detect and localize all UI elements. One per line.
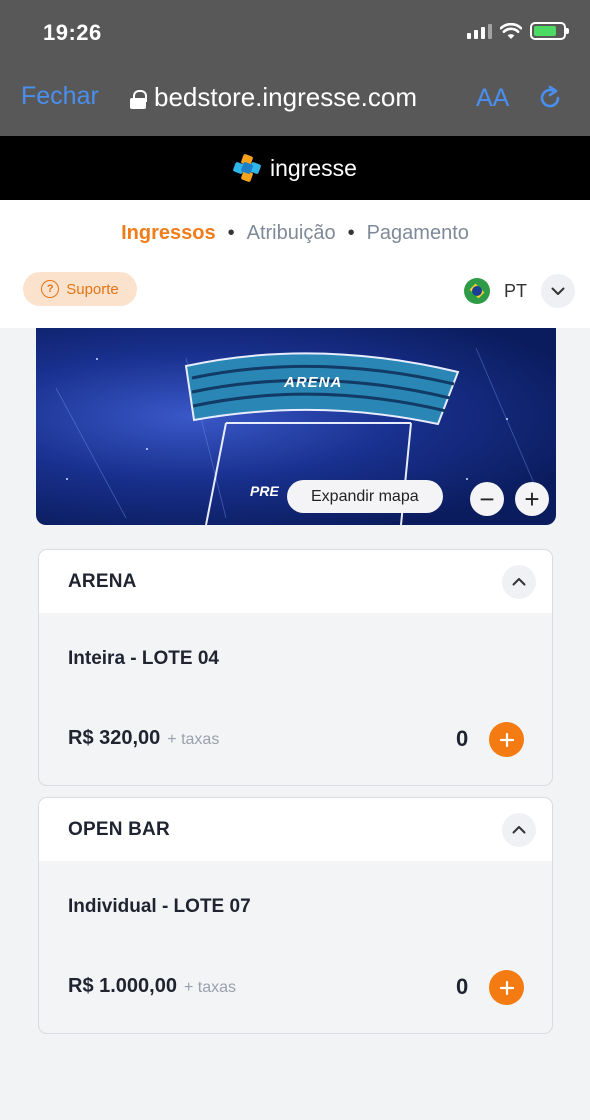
- step-separator: •: [227, 222, 235, 244]
- venue-map[interactable]: ARENA PRE Expandir mapa − +: [36, 328, 556, 525]
- ingresse-logo-icon: [233, 154, 261, 182]
- language-selector[interactable]: PT: [464, 274, 576, 308]
- collapse-section-button[interactable]: [502, 564, 536, 599]
- close-browser-button[interactable]: Fechar: [21, 82, 99, 111]
- language-dropdown-button[interactable]: [541, 274, 576, 308]
- map-sector-partial-label: PRE: [250, 483, 279, 499]
- language-code: PT: [504, 280, 528, 301]
- collapse-section-button[interactable]: [502, 812, 536, 847]
- step-pagamento[interactable]: Pagamento: [367, 222, 469, 245]
- browser-chrome: 19:26 Fechar bedstore.ingresse.com AA: [0, 0, 590, 136]
- brazil-flag-icon: [464, 278, 490, 304]
- section-title: OPEN BAR: [68, 818, 170, 840]
- fees-note: + taxas: [167, 731, 220, 748]
- text-size-button[interactable]: AA: [476, 84, 509, 113]
- support-label: Suporte: [66, 280, 119, 298]
- status-time: 19:26: [43, 20, 102, 45]
- map-sector-arena-label[interactable]: ARENA: [284, 374, 342, 391]
- step-separator: •: [347, 222, 355, 244]
- zoom-out-button[interactable]: −: [470, 482, 504, 516]
- cellular-signal-icon: [467, 23, 492, 39]
- site-header: ingresse: [0, 136, 590, 200]
- map-star: [466, 478, 468, 480]
- brand-name: ingresse: [270, 154, 357, 181]
- expand-map-button[interactable]: Expandir mapa: [287, 480, 443, 513]
- price-value: R$ 1.000,00: [68, 975, 177, 997]
- section-header[interactable]: ARENA: [39, 550, 552, 613]
- ticket-section-arena: ARENA Inteira - LOTE 04 R$ 320,00 + taxa…: [38, 549, 553, 786]
- ticket-price: R$ 320,00 + taxas: [68, 727, 219, 750]
- ticket-quantity: 0: [456, 974, 469, 999]
- add-ticket-button[interactable]: [489, 970, 524, 1005]
- status-icons: [467, 22, 569, 40]
- map-star: [506, 418, 508, 420]
- section-title: ARENA: [68, 570, 137, 592]
- chevron-up-icon: [512, 826, 526, 834]
- checkout-toolbar: [0, 200, 590, 328]
- lock-icon: [130, 90, 147, 109]
- step-atribuicao[interactable]: Atribuição: [247, 222, 336, 245]
- ticket-section-open-bar: OPEN BAR Individual - LOTE 07 R$ 1.000,0…: [38, 797, 553, 1034]
- address-bar[interactable]: bedstore.ingresse.com: [130, 82, 417, 113]
- ticket-price: R$ 1.000,00 + taxas: [68, 975, 236, 998]
- price-value: R$ 320,00: [68, 727, 161, 749]
- step-ingressos[interactable]: Ingressos: [121, 222, 215, 245]
- url-text: bedstore.ingresse.com: [154, 82, 418, 112]
- ticket-name: Individual - LOTE 07: [68, 896, 251, 917]
- chevron-up-icon: [512, 578, 526, 586]
- map-star: [96, 358, 98, 360]
- text-size-label: AA: [476, 84, 510, 112]
- checkout-steps: Ingressos • Atribuição • Pagamento: [0, 222, 590, 245]
- battery-icon: [530, 22, 569, 40]
- map-star: [66, 478, 68, 480]
- support-button[interactable]: ? Suporte: [23, 272, 137, 306]
- ticket-name: Inteira - LOTE 04: [68, 648, 219, 669]
- wifi-icon: [500, 22, 522, 39]
- map-star: [146, 448, 148, 450]
- plus-icon: [499, 980, 514, 995]
- add-ticket-button[interactable]: [489, 722, 524, 757]
- reload-icon[interactable]: [536, 84, 564, 112]
- section-header[interactable]: OPEN BAR: [39, 798, 552, 861]
- plus-icon: [499, 732, 514, 747]
- question-icon: ?: [41, 280, 60, 298]
- ticket-quantity: 0: [456, 726, 469, 751]
- fees-note: + taxas: [183, 979, 237, 996]
- chevron-down-icon: [551, 287, 565, 295]
- zoom-in-button[interactable]: +: [515, 482, 549, 516]
